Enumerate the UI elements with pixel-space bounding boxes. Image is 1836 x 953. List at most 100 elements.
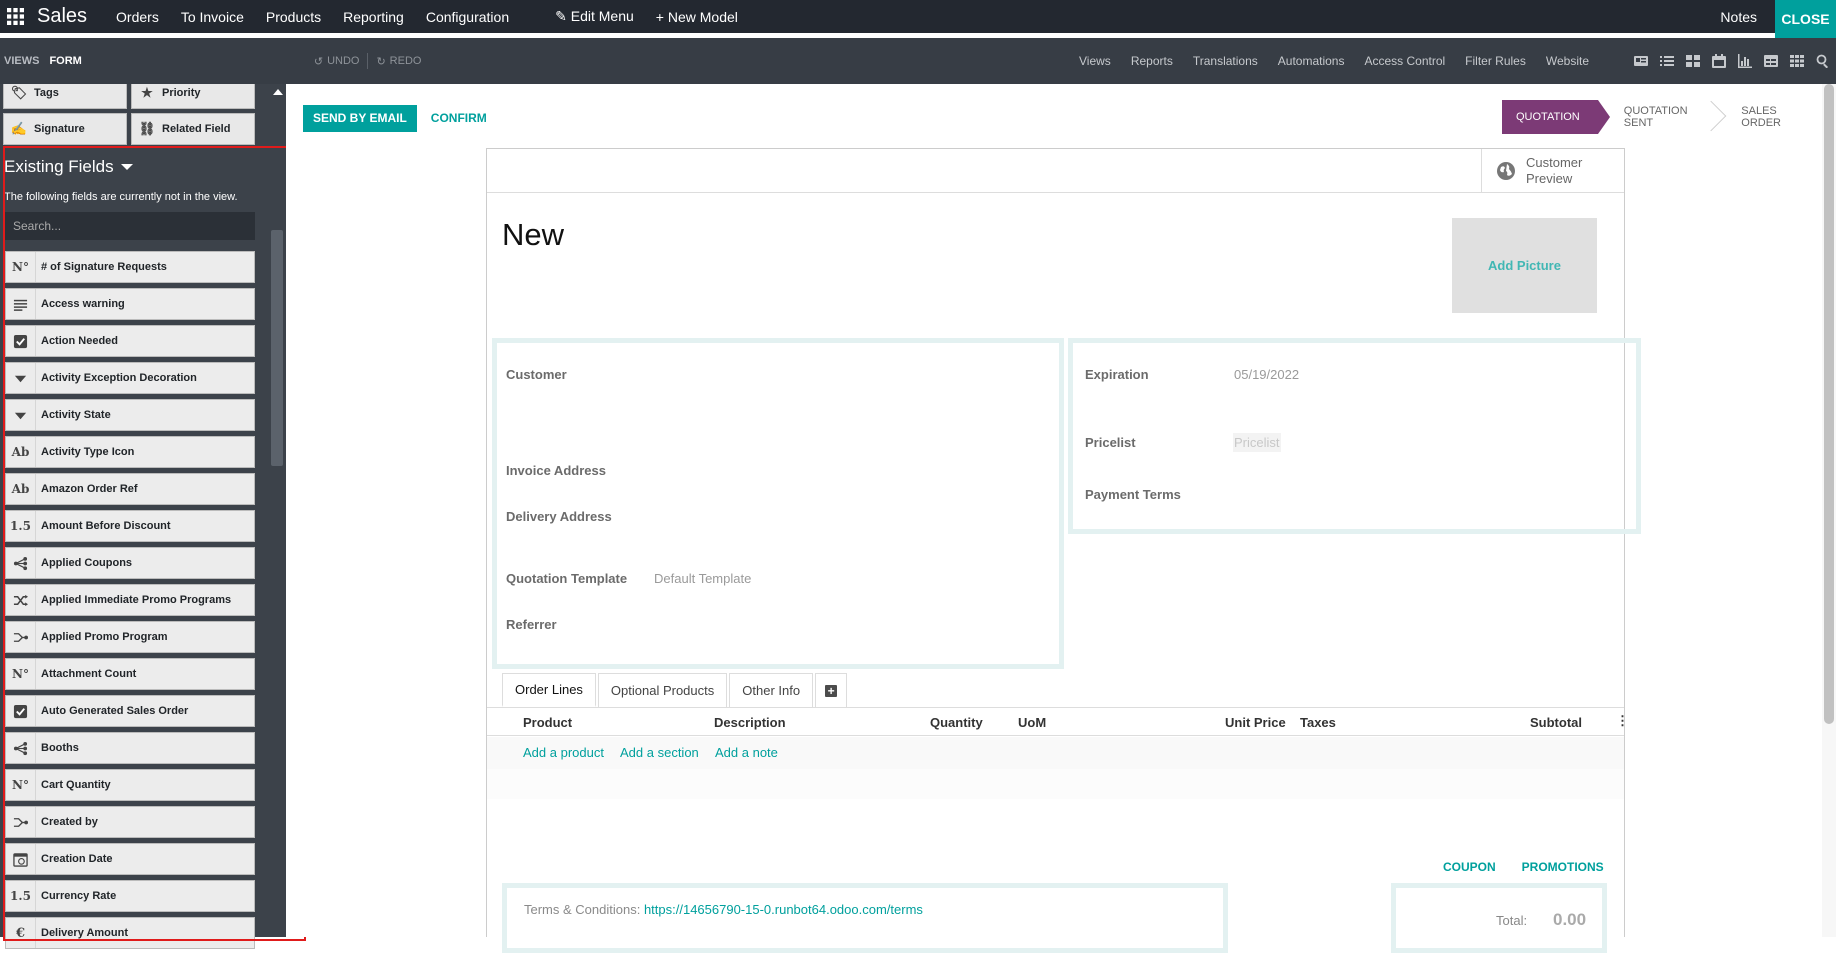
pricelist-label[interactable]: Pricelist: [1085, 435, 1136, 450]
left-field-group[interactable]: Customer Invoice Address Delivery Addres…: [492, 338, 1064, 669]
menu-configuration[interactable]: Configuration: [415, 9, 520, 25]
existing-field-item[interactable]: Activity State: [5, 399, 255, 431]
redo-button[interactable]: ↻ REDO: [376, 55, 421, 68]
terms-group[interactable]: Terms & Conditions: https://14656790-15-…: [502, 883, 1228, 953]
studio-menu-access-control[interactable]: Access Control: [1364, 54, 1445, 68]
column-uom[interactable]: UoM: [1018, 715, 1046, 730]
notes-button[interactable]: Notes: [1702, 9, 1775, 25]
referrer-label[interactable]: Referrer: [506, 617, 557, 632]
existing-field-item[interactable]: Access warning: [5, 288, 255, 320]
existing-field-item[interactable]: Created by: [5, 806, 255, 838]
expiration-field[interactable]: 05/19/2022: [1234, 367, 1299, 382]
existing-fields-toggle[interactable]: Existing Fields: [4, 157, 133, 177]
stage-quotation[interactable]: QUOTATION: [1502, 100, 1610, 134]
payment-terms-label[interactable]: Payment Terms: [1085, 487, 1181, 502]
menu-orders[interactable]: Orders: [105, 9, 170, 25]
form-view-icon[interactable]: [1628, 38, 1654, 84]
existing-field-item[interactable]: Auto Generated Sales Order: [5, 695, 255, 727]
column-quantity[interactable]: Quantity: [930, 715, 983, 730]
kanban-view-icon[interactable]: [1680, 38, 1706, 84]
customer-label[interactable]: Customer: [506, 367, 567, 382]
edit-menu-button[interactable]: ✎ Edit Menu: [544, 8, 645, 25]
column-subtotal[interactable]: Subtotal: [1530, 715, 1582, 730]
existing-field-item[interactable]: 1.5 Currency Rate: [5, 880, 255, 912]
studio-menu-filter-rules[interactable]: Filter Rules: [1465, 54, 1526, 68]
pricelist-field[interactable]: Pricelist: [1233, 433, 1281, 452]
existing-field-item[interactable]: Ab Activity Type Icon: [5, 436, 255, 468]
send-by-email-button[interactable]: SEND BY EMAIL: [303, 104, 417, 132]
existing-field-item[interactable]: € Delivery Amount: [5, 917, 255, 949]
tab-other-info[interactable]: Other Info: [729, 673, 814, 707]
quotation-template-field[interactable]: Default Template: [654, 571, 751, 586]
search-icon[interactable]: [1810, 38, 1836, 84]
existing-field-item[interactable]: Applied Immediate Promo Programs: [5, 584, 255, 616]
coupon-button[interactable]: COUPON: [1443, 860, 1496, 874]
menu-to-invoice[interactable]: To Invoice: [170, 9, 255, 25]
record-title[interactable]: New: [502, 217, 564, 253]
component-related-field[interactable]: ⛓ Related Field: [131, 113, 255, 145]
scroll-up-arrow-icon[interactable]: [273, 89, 283, 95]
add-note-link[interactable]: Add a note: [715, 745, 778, 760]
column-product[interactable]: Product: [523, 715, 572, 730]
add-product-link[interactable]: Add a product: [523, 745, 604, 760]
tab-optional-products[interactable]: Optional Products: [597, 673, 728, 707]
add-section-link[interactable]: Add a section: [620, 745, 699, 760]
invoice-address-label[interactable]: Invoice Address: [506, 463, 606, 478]
existing-field-item[interactable]: 1.5 Amount Before Discount: [5, 510, 255, 542]
promotions-button[interactable]: PROMOTIONS: [1522, 860, 1604, 874]
stage-sales-order[interactable]: SALES ORDER: [1717, 100, 1836, 134]
existing-field-item[interactable]: N° Attachment Count: [5, 658, 255, 690]
delivery-address-label[interactable]: Delivery Address: [506, 509, 612, 524]
studio-menu-reports[interactable]: Reports: [1131, 54, 1173, 68]
menu-products[interactable]: Products: [255, 9, 332, 25]
page-scroll-thumb[interactable]: [1824, 84, 1834, 724]
existing-field-item[interactable]: Booths: [5, 732, 255, 764]
column-options-icon[interactable]: ⋮: [1616, 713, 1629, 729]
component-signature[interactable]: ✍ Signature: [3, 113, 127, 145]
close-studio-button[interactable]: CLOSE: [1775, 0, 1836, 38]
confirm-button[interactable]: CONFIRM: [431, 111, 487, 125]
studio-menu-automations[interactable]: Automations: [1278, 54, 1345, 68]
undo-button[interactable]: ↺ UNDO: [314, 55, 360, 68]
sidebar-scroll-thumb[interactable]: [271, 230, 283, 466]
existing-field-item[interactable]: Activity Exception Decoration: [5, 362, 255, 394]
sidebar-scrollbar[interactable]: [270, 84, 286, 937]
column-taxes[interactable]: Taxes: [1300, 715, 1336, 730]
order-lines-header: Product Description Quantity UoM Unit Pr…: [487, 707, 1629, 736]
graph-view-icon[interactable]: [1732, 38, 1758, 84]
column-unit-price[interactable]: Unit Price: [1225, 715, 1286, 730]
apps-menu-icon[interactable]: [0, 0, 30, 33]
pivot-view-icon[interactable]: [1758, 38, 1784, 84]
grid-view-icon[interactable]: [1784, 38, 1810, 84]
new-model-button[interactable]: + New Model: [645, 9, 749, 25]
calendar-view-icon[interactable]: [1706, 38, 1732, 84]
studio-menu-website[interactable]: Website: [1546, 54, 1589, 68]
app-title[interactable]: Sales: [37, 5, 87, 28]
menu-reporting[interactable]: Reporting: [332, 9, 415, 25]
component-priority[interactable]: ★ Priority: [131, 84, 255, 109]
studio-menu-views[interactable]: Views: [1079, 54, 1111, 68]
existing-field-item[interactable]: N° Cart Quantity: [5, 769, 255, 801]
expiration-label[interactable]: Expiration: [1085, 367, 1149, 382]
right-field-group[interactable]: Expiration 05/19/2022 Pricelist Pricelis…: [1068, 338, 1641, 534]
customer-preview-button[interactable]: Customer Preview: [1481, 149, 1624, 193]
studio-menu-translations[interactable]: Translations: [1193, 54, 1258, 68]
existing-field-item[interactable]: Creation Date: [5, 843, 255, 875]
column-description[interactable]: Description: [714, 715, 786, 730]
field-search-input[interactable]: Search...: [5, 212, 255, 240]
existing-field-item[interactable]: Applied Coupons: [5, 547, 255, 579]
quotation-template-label[interactable]: Quotation Template: [506, 571, 627, 586]
existing-field-item[interactable]: Action Needed: [5, 325, 255, 357]
terms-link[interactable]: https://14656790-15-0.runbot64.odoo.com/…: [644, 902, 923, 917]
views-breadcrumb[interactable]: VIEWS: [4, 55, 39, 67]
component-tags[interactable]: 🏷 Tags: [3, 84, 127, 109]
stage-quotation-sent[interactable]: QUOTATION SENT: [1598, 100, 1727, 134]
totals-group[interactable]: Total: 0.00: [1391, 883, 1607, 953]
existing-field-item[interactable]: N° # of Signature Requests: [5, 251, 255, 283]
existing-field-item[interactable]: Ab Amazon Order Ref: [5, 473, 255, 505]
list-view-icon[interactable]: [1654, 38, 1680, 84]
tab-order-lines[interactable]: Order Lines: [502, 673, 596, 707]
existing-field-item[interactable]: Applied Promo Program: [5, 621, 255, 653]
add-tab-button[interactable]: +: [815, 673, 848, 707]
add-picture-button[interactable]: Add Picture: [1452, 218, 1597, 313]
